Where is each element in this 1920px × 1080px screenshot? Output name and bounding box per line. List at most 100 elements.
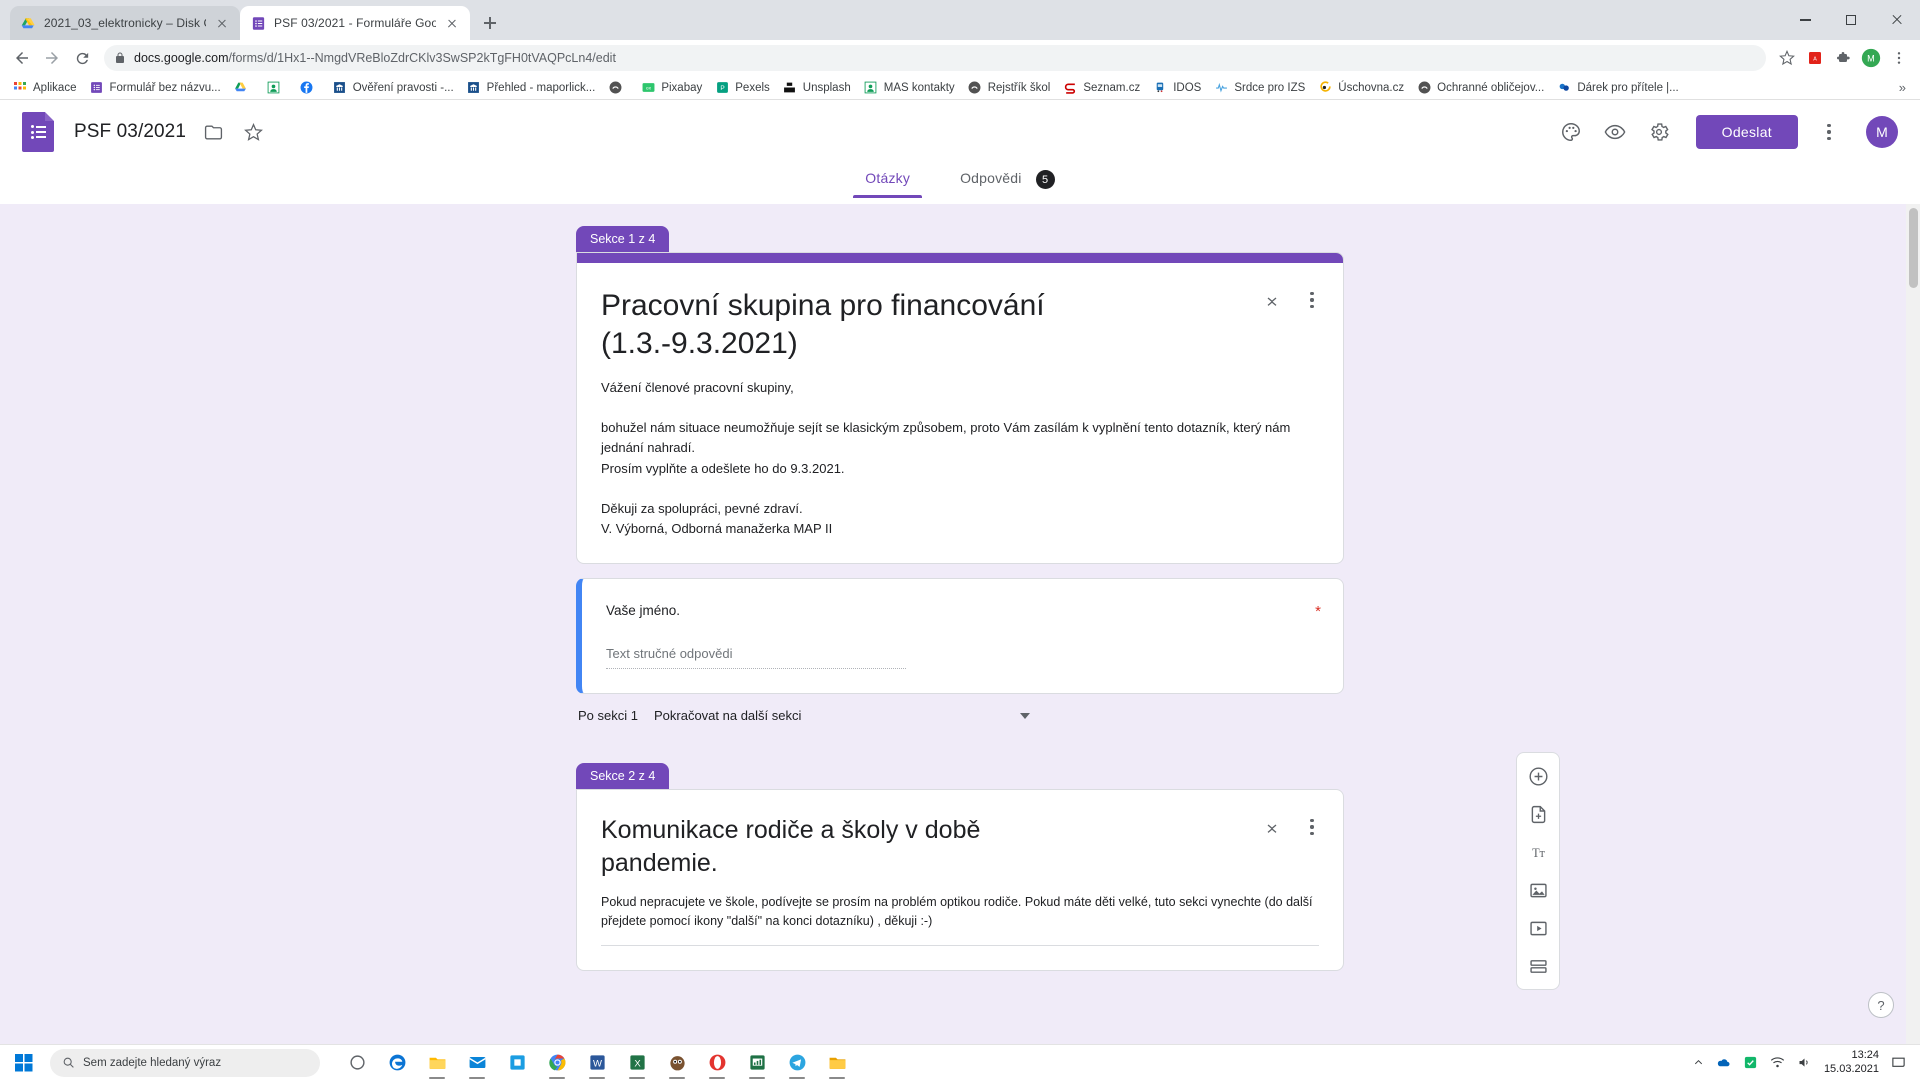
- section-2-title[interactable]: Komunikace rodiče a školy v době pandemi…: [601, 814, 1071, 879]
- store-icon[interactable]: [498, 1045, 536, 1080]
- word-icon[interactable]: W: [578, 1045, 616, 1080]
- bookmarks-overflow-button[interactable]: »: [1891, 80, 1914, 95]
- bookmark-item[interactable]: Přehled - maporlick...: [460, 78, 602, 98]
- bookmark-item[interactable]: Aplikace: [6, 78, 82, 98]
- question-1-label[interactable]: Vaše jméno.: [606, 603, 1319, 618]
- kebab-menu-icon[interactable]: [1299, 287, 1325, 313]
- puzzle-extension-icon[interactable]: [1830, 45, 1856, 71]
- kebab-menu-icon[interactable]: [1299, 814, 1325, 840]
- bookmark-item[interactable]: Dárek pro přítele |...: [1550, 78, 1684, 98]
- bookmark-item[interactable]: P Pexels: [708, 78, 776, 98]
- taskbar-search-input[interactable]: Sem zadejte hledaný výraz: [50, 1048, 320, 1077]
- form-header-description[interactable]: Vážení členové pracovní skupiny, bohužel…: [601, 378, 1319, 539]
- avatar[interactable]: M: [1866, 116, 1898, 148]
- bookmark-item[interactable]: Formulář bez názvu...: [82, 78, 226, 98]
- telegram-icon[interactable]: [778, 1045, 816, 1080]
- add-image-icon[interactable]: [1523, 875, 1553, 905]
- section-nav-select[interactable]: Pokračovat na další sekci: [654, 708, 801, 723]
- add-title-icon[interactable]: Tт: [1523, 837, 1553, 867]
- back-arrow-icon[interactable]: [8, 44, 36, 72]
- preview-eye-icon[interactable]: [1602, 119, 1628, 145]
- palette-icon[interactable]: [1558, 119, 1584, 145]
- network-icon[interactable]: [1770, 1055, 1785, 1070]
- section-2-description[interactable]: Pokud nepracujete ve škole, podívejte se…: [601, 893, 1319, 931]
- help-button[interactable]: ?: [1868, 992, 1894, 1018]
- windows-start-icon[interactable]: [0, 1045, 48, 1080]
- pdf-extension-icon[interactable]: A: [1802, 45, 1828, 71]
- edge-icon[interactable]: [378, 1045, 416, 1080]
- bookmark-item[interactable]: MAS kontakty: [857, 78, 961, 98]
- question-card-1[interactable]: Vaše jméno. * Text stručné odpovědi: [576, 578, 1344, 695]
- bookmark-item[interactable]: Úschovna.cz: [1311, 78, 1410, 98]
- powerpoint-icon[interactable]: [738, 1045, 776, 1080]
- mail-icon[interactable]: [458, 1045, 496, 1080]
- collapse-icon[interactable]: [1263, 291, 1281, 309]
- star-icon[interactable]: [240, 119, 266, 145]
- bookmark-item[interactable]: Srdce pro IZS: [1207, 78, 1311, 98]
- page-title[interactable]: PSF 03/2021: [74, 121, 186, 143]
- onedrive-icon[interactable]: [1716, 1055, 1731, 1070]
- bookmark-item[interactable]: [260, 78, 293, 98]
- profile-avatar[interactable]: M: [1858, 45, 1884, 71]
- forward-arrow-icon[interactable]: [38, 44, 66, 72]
- collapse-icon[interactable]: [1263, 818, 1281, 836]
- forms-canvas[interactable]: Sekce 1 z 4 Pracovní skupina pro financo…: [0, 204, 1920, 1044]
- folder-icon[interactable]: [200, 119, 226, 145]
- cortana-circle-icon[interactable]: [338, 1045, 376, 1080]
- tab-close-icon[interactable]: [444, 15, 460, 31]
- chevron-up-icon[interactable]: [1693, 1057, 1704, 1068]
- bookmark-item[interactable]: Rejstřík škol: [961, 78, 1057, 98]
- minimize-icon[interactable]: [1782, 4, 1828, 36]
- bookmark-item[interactable]: Ochranné obličejov...: [1410, 78, 1550, 98]
- gimp-icon[interactable]: [658, 1045, 696, 1080]
- settings-gear-icon[interactable]: [1646, 119, 1672, 145]
- add-section-icon[interactable]: [1523, 951, 1553, 981]
- bookmark-item[interactable]: [227, 78, 260, 98]
- gov-icon: [466, 80, 482, 96]
- bookmark-star-icon[interactable]: [1774, 45, 1800, 71]
- import-questions-icon[interactable]: [1523, 799, 1553, 829]
- new-tab-button[interactable]: [476, 9, 504, 37]
- scrollbar-thumb[interactable]: [1909, 208, 1918, 288]
- add-video-icon[interactable]: [1523, 913, 1553, 943]
- notification-icon[interactable]: [1891, 1055, 1906, 1070]
- tab-odpovedi[interactable]: Odpovědi 5: [956, 164, 1059, 201]
- bookmark-label: Pexels: [735, 81, 770, 94]
- bookmark-item[interactable]: IDOS: [1146, 78, 1207, 98]
- opera-icon[interactable]: [698, 1045, 736, 1080]
- section-2-card[interactable]: Komunikace rodiče a školy v době pandemi…: [576, 789, 1344, 971]
- form-header-card[interactable]: Pracovní skupina pro financování (1.3.-9…: [576, 252, 1344, 565]
- bookmark-item[interactable]: ox Pixabay: [634, 78, 708, 98]
- close-icon[interactable]: [1874, 4, 1920, 36]
- bookmark-item[interactable]: [293, 78, 326, 98]
- bookmark-item[interactable]: [601, 78, 634, 98]
- file-explorer-icon[interactable]: [418, 1045, 456, 1080]
- browser-tab-2[interactable]: PSF 03/2021 - Formuláře Google: [240, 6, 470, 40]
- reload-icon[interactable]: [68, 44, 96, 72]
- kebab-menu-icon[interactable]: [1816, 119, 1842, 145]
- chrome-icon[interactable]: [538, 1045, 576, 1080]
- svg-text:P: P: [720, 85, 724, 92]
- browser-tab-1[interactable]: 2021_03_elektronicky – Disk Goo: [10, 6, 240, 40]
- antivirus-icon[interactable]: [1743, 1055, 1758, 1070]
- maximize-icon[interactable]: [1828, 4, 1874, 36]
- add-question-icon[interactable]: [1523, 761, 1553, 791]
- chrome-menu-icon[interactable]: [1886, 45, 1912, 71]
- explorer-folder-icon[interactable]: [818, 1045, 856, 1080]
- bookmark-item[interactable]: Seznam.cz: [1056, 78, 1146, 98]
- send-button[interactable]: Odeslat: [1695, 115, 1798, 149]
- bookmark-item[interactable]: Unsplash: [776, 78, 857, 98]
- svg-text:W: W: [593, 1058, 602, 1069]
- excel-icon[interactable]: X: [618, 1045, 656, 1080]
- form-header-title[interactable]: Pracovní skupina pro financování (1.3.-9…: [601, 287, 1101, 362]
- volume-icon[interactable]: [1797, 1055, 1812, 1070]
- bookmark-item[interactable]: Ověření pravosti -...: [326, 78, 460, 98]
- taskbar-clock[interactable]: 13:24 15.03.2021: [1824, 1049, 1879, 1077]
- chevron-down-icon[interactable]: [1020, 712, 1030, 719]
- forms-header: PSF 03/2021 Odeslat M: [0, 100, 1920, 164]
- tab-close-icon[interactable]: [214, 15, 230, 31]
- vertical-scrollbar[interactable]: [1906, 204, 1920, 1044]
- tab-otazky[interactable]: Otázky: [853, 164, 922, 198]
- address-bar[interactable]: docs.google.com/forms/d/1Hx1--NmgdVReBlo…: [104, 45, 1766, 71]
- taskbar-search-placeholder: Sem zadejte hledaný výraz: [83, 1056, 222, 1069]
